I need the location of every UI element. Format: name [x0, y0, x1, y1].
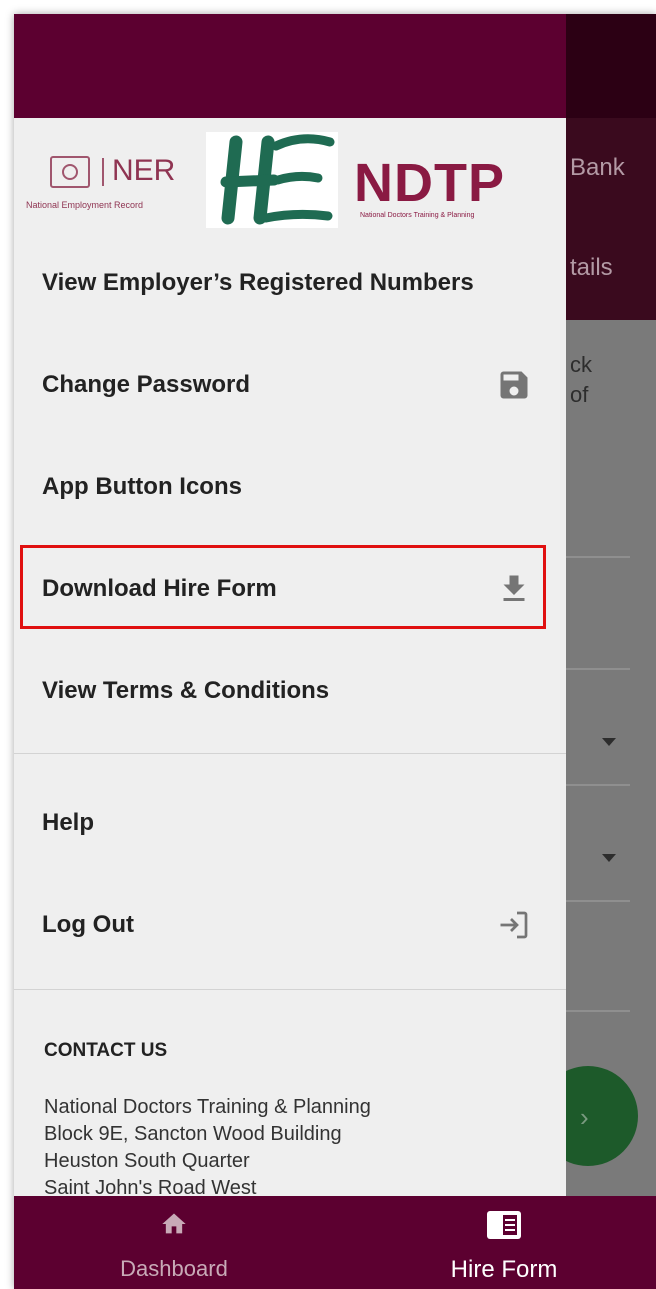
highlight-box [20, 545, 546, 629]
menu-item-label: App Button Icons [42, 473, 242, 500]
menu-item-change-password[interactable]: Change Password [14, 335, 566, 435]
tab-details[interactable]: tails [570, 254, 613, 282]
menu-divider [14, 989, 566, 990]
nav-item-dashboard[interactable]: Dashboard [24, 1196, 324, 1289]
camera-icon [50, 156, 90, 188]
form-field-underline [566, 1010, 630, 1012]
dropdown-caret-icon[interactable] [602, 738, 616, 746]
logout-icon [500, 911, 528, 939]
menu-item-view-employer-numbers[interactable]: View Employer’s Registered Numbers [14, 233, 566, 333]
form-field-underline [566, 668, 630, 670]
menu-item-app-button-icons[interactable]: App Button Icons [14, 437, 566, 537]
form-field-underline [566, 784, 630, 786]
menu-item-view-terms[interactable]: View Terms & Conditions [14, 641, 566, 741]
hse-logo-mark [220, 134, 335, 225]
nav-item-label: Dashboard [120, 1256, 228, 1281]
menu-item-label: Help [42, 809, 95, 836]
form-field-underline [566, 556, 630, 558]
form-icon [487, 1211, 521, 1239]
contact-address-line: National Doctors Training & Planning [44, 1096, 371, 1118]
ndtp-logo: NDTP National Doctors Training & Plannin… [354, 152, 534, 232]
ndtp-logo-subtitle: National Doctors Training & Planning [360, 212, 475, 219]
hse-logo [206, 132, 338, 228]
content-text-fragment: of [570, 382, 589, 407]
nav-item-label: Hire Form [450, 1256, 558, 1283]
menu-item-label: Log Out [42, 911, 134, 938]
app-window: Bank tails ck of › NER National Employme… [14, 14, 656, 1289]
menu-item-help[interactable]: Help [14, 773, 566, 873]
contact-address-line: Heuston South Quarter [44, 1150, 250, 1172]
save-icon [500, 371, 528, 399]
content-text-fragment: ck [570, 352, 592, 377]
tab-bank[interactable]: Bank [570, 154, 625, 182]
menu-item-label: View Employer’s Registered Numbers [42, 269, 474, 296]
logo-strip: NER National Employment Record NDTP Nati… [14, 118, 566, 238]
ner-logo-subtitle: National Employment Record [26, 200, 144, 210]
drawer-header [14, 14, 566, 118]
chevron-right-icon: › [580, 1102, 589, 1132]
ner-logo: NER National Employment Record [26, 152, 206, 222]
navigation-drawer: NER National Employment Record NDTP Nati… [14, 14, 566, 1199]
menu-item-label: View Terms & Conditions [42, 677, 330, 704]
ner-logo-text: NER [112, 154, 176, 187]
menu-item-log-out[interactable]: Log Out [14, 875, 566, 975]
contact-title: CONTACT US [44, 1040, 168, 1061]
contact-address-line: Block 9E, Sancton Wood Building [44, 1123, 342, 1145]
dropdown-caret-icon[interactable] [602, 854, 616, 862]
form-field-underline [566, 900, 630, 902]
ndtp-logo-text: NDTP [354, 153, 505, 213]
nav-item-hire-form[interactable]: Hire Form [354, 1196, 654, 1289]
menu-divider [14, 753, 566, 754]
menu-item-label: Change Password [42, 371, 251, 398]
home-icon [162, 1213, 186, 1234]
bottom-navigation: Dashboard Hire Form [14, 1196, 656, 1289]
